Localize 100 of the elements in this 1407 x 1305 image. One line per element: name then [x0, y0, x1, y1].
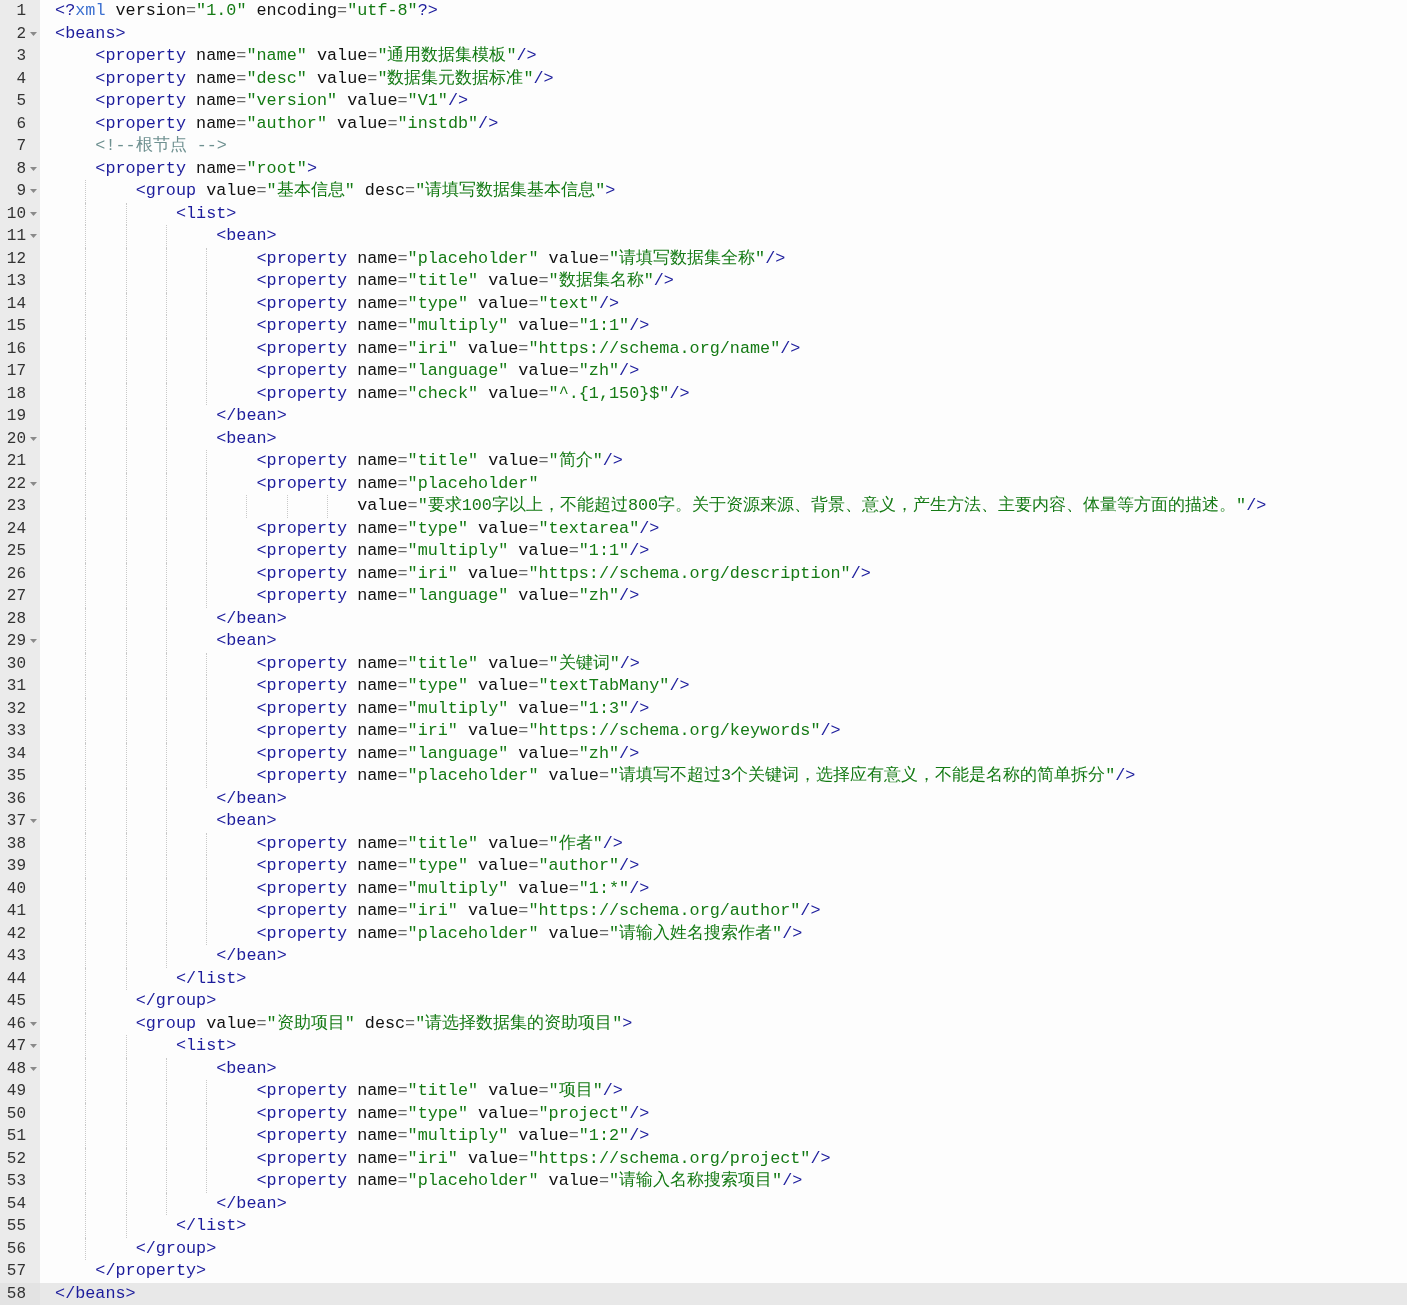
line-number: 56 [5, 1238, 26, 1260]
line-number: 29 [5, 631, 26, 652]
code-line: </beans> [55, 1283, 136, 1303]
fold-caret-icon[interactable] [29, 639, 37, 644]
fold-caret-icon[interactable] [29, 436, 37, 441]
line-number: 23 [5, 496, 26, 517]
fold-caret-icon[interactable] [29, 1044, 37, 1049]
line-number: 13 [5, 271, 26, 292]
line-number: 43 [5, 946, 26, 967]
code-line: <!--根节点 --> [94, 136, 227, 155]
line-number: 53 [5, 1171, 26, 1192]
line-number: 48 [5, 1058, 26, 1080]
code-line: <list> [174, 1036, 237, 1055]
code-line: <group value="资助项目" desc="请选择数据集的资助项目"> [134, 1013, 633, 1033]
code-line: <bean> [215, 428, 277, 448]
fold-caret-icon[interactable] [29, 481, 37, 486]
code-line: <property name="placeholder" value="请填写不超过3个关键词，选择应有意义，不能是名称的简单拆分"/> [255, 766, 1136, 785]
code-line: <property name="iri" value="https://schema.org/author"/> [255, 901, 821, 920]
code-line: </bean> [215, 406, 287, 425]
fold-caret-icon[interactable] [29, 234, 37, 239]
code-line: <property name="placeholder" [255, 473, 539, 493]
code-line: <beans> [55, 23, 126, 43]
line-number: 37 [5, 811, 26, 832]
line-number: 39 [5, 856, 26, 877]
code-line: </group> [134, 1238, 217, 1258]
code-line: <bean> [215, 1058, 277, 1078]
code-line: <property name="desc" value="数据集元数据标准"/> [94, 68, 554, 88]
code-line: <property name="placeholder" value="请输入姓名搜索作者"/> [255, 923, 803, 943]
code-line: <property name="multiply" value="1:*"/> [255, 878, 650, 898]
code-line: <property name="check" value="^.{1,150}$"/> [255, 383, 690, 403]
code-line: <property name="iri" value="https://schema.org/description"/> [255, 563, 871, 583]
code-line: <property name="multiply" value="1:1"/> [255, 541, 650, 560]
code-line: </list> [174, 968, 247, 988]
line-number: 22 [5, 473, 26, 495]
code-line: <property name="title" value="作者"/> [255, 833, 623, 853]
line-number: 17 [5, 361, 26, 382]
code-line: <group value="基本信息" desc="请填写数据集基本信息"> [134, 181, 616, 200]
line-number: 57 [5, 1261, 26, 1282]
code-line: <property name="multiply" value="1:1"/> [255, 316, 650, 335]
fold-caret-icon[interactable] [29, 1021, 37, 1026]
code-line: <property name="iri" value="https://schema.org/name"/> [255, 338, 801, 358]
line-number: 3 [15, 46, 26, 67]
code-line: </bean> [215, 1193, 287, 1213]
code-line: <property name="title" value="项目"/> [255, 1081, 623, 1100]
line-number: 14 [5, 293, 26, 315]
code-line: <property name="type" value="author"/> [255, 856, 640, 875]
line-number: 51 [5, 1126, 26, 1147]
code-line: <property name="language" value="zh"/> [255, 586, 640, 605]
line-number: 58 [5, 1283, 26, 1305]
code-line: </bean> [215, 608, 287, 628]
line-number: 32 [5, 698, 26, 720]
code-line: <property name="language" value="zh"/> [255, 743, 640, 763]
line-number: 31 [5, 676, 26, 697]
line-number: 9 [15, 181, 26, 202]
line-number: 41 [5, 901, 26, 922]
line-number: 4 [15, 68, 26, 90]
code-line: </bean> [215, 946, 287, 965]
line-number: 21 [5, 451, 26, 472]
line-number: 36 [5, 788, 26, 810]
line-number: 24 [5, 518, 26, 540]
line-number: 2 [15, 23, 26, 45]
fold-caret-icon[interactable] [29, 1066, 37, 1071]
fold-caret-icon[interactable] [29, 211, 37, 216]
code-line: <property name="title" value="关键词"/> [255, 653, 640, 673]
code-line: <property name="multiply" value="1:3"/> [255, 698, 650, 718]
code-line: <bean> [215, 811, 277, 830]
fold-caret-icon[interactable] [29, 189, 37, 194]
line-number: 55 [5, 1216, 26, 1237]
code-line: <property name="type" value="textTabMany"/> [255, 676, 690, 695]
line-number: 11 [5, 226, 26, 247]
code-line: <?xml version="1.0" encoding="utf-8"?> [55, 1, 438, 20]
code-line: <property name="type" value="textarea"/> [255, 518, 660, 538]
fold-caret-icon[interactable] [29, 819, 37, 824]
code-line: <property name="version" value="V1"/> [94, 91, 469, 110]
code-line: <property name="title" value="数据集名称"/> [255, 271, 674, 290]
line-number: 15 [5, 316, 26, 337]
line-number: 47 [5, 1036, 26, 1057]
line-number: 35 [5, 766, 26, 787]
fold-caret-icon[interactable] [29, 31, 37, 36]
line-number: 25 [5, 541, 26, 562]
code-line: </bean> [215, 788, 287, 808]
code-line: <property name="type" value="project"/> [255, 1103, 650, 1123]
code-line: <property name="iri" value="https://schema.org/keywords"/> [255, 721, 841, 740]
code-line: </group> [134, 991, 217, 1010]
fold-caret-icon[interactable] [29, 166, 37, 171]
line-number: 27 [5, 586, 26, 607]
code-line: <property name="iri" value="https://schema.org/project"/> [255, 1148, 831, 1168]
code-line: <property name="root"> [94, 158, 317, 178]
line-number: 45 [5, 991, 26, 1012]
code-line: <bean> [215, 226, 277, 245]
line-number: 6 [15, 113, 26, 135]
line-number: 7 [15, 136, 26, 157]
line-number: 20 [5, 428, 26, 450]
line-number: 50 [5, 1103, 26, 1125]
code-line: <property name="placeholder" value="请填写数据集全称"/> [255, 248, 786, 268]
line-number: 34 [5, 743, 26, 765]
code-line: <property name="language" value="zh"/> [255, 361, 640, 380]
line-number: 38 [5, 833, 26, 855]
line-number: 49 [5, 1081, 26, 1102]
code-line: <property name="title" value="简介"/> [255, 451, 623, 470]
